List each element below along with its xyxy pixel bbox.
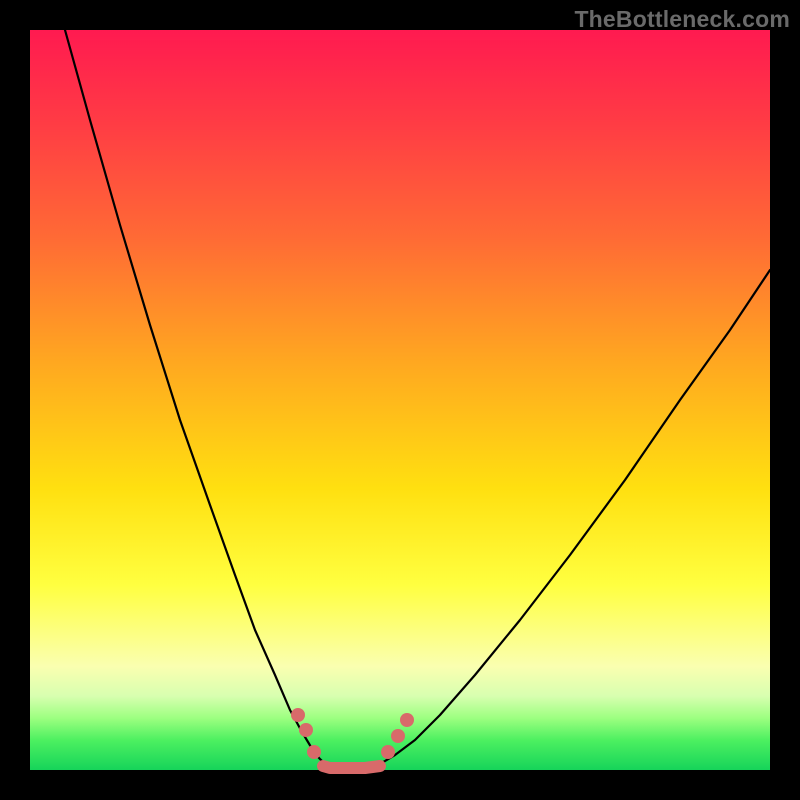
right-dot-1 — [381, 745, 395, 759]
left-dot-1 — [291, 708, 305, 722]
series-right-curve — [380, 270, 770, 764]
watermark-text: TheBottleneck.com — [574, 6, 790, 33]
chart-frame: TheBottleneck.com — [0, 0, 800, 800]
right-dot-3 — [400, 713, 414, 727]
left-dot-3 — [307, 745, 321, 759]
series-left-curve — [65, 30, 325, 764]
plot-area — [30, 30, 770, 770]
right-dot-2 — [391, 729, 405, 743]
series-bottom-band — [323, 766, 380, 768]
curves-svg — [30, 30, 770, 770]
left-dot-2 — [299, 723, 313, 737]
